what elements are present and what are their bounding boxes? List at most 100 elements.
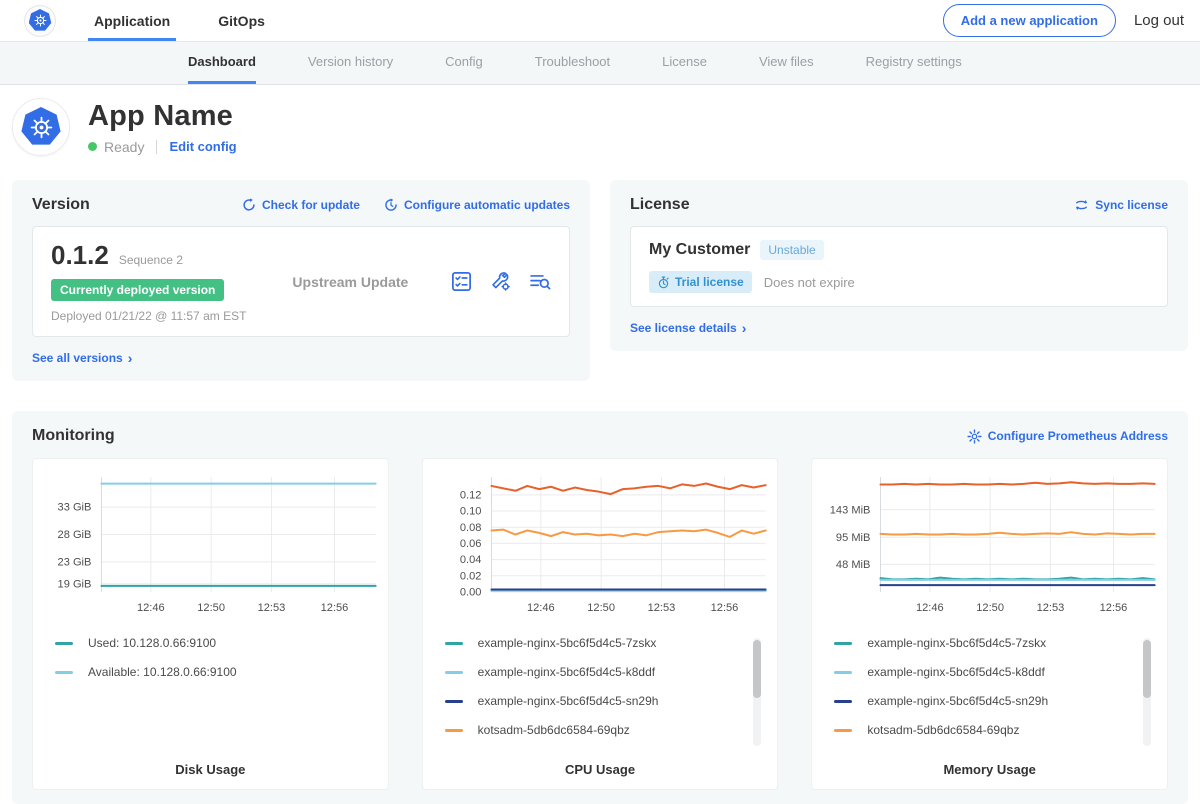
subnav-tab-config[interactable]: Config (445, 42, 483, 84)
legend-color-dash (445, 642, 463, 645)
subnav-tab-view-files[interactable]: View files (759, 42, 814, 84)
cpu-usage-chart: 0.000.020.040.060.080.100.1212:4612:5012… (429, 469, 772, 622)
logout-link[interactable]: Log out (1134, 12, 1184, 29)
legend-item: Available: 10.128.0.66:9100 (55, 665, 382, 679)
svg-text:12:46: 12:46 (527, 602, 555, 614)
edit-config-link[interactable]: Edit config (169, 139, 236, 154)
refresh-icon (242, 198, 256, 212)
legend-label: example-nginx-5bc6f5d4c5-k8ddf (478, 665, 655, 679)
cpu-usage-legend[interactable]: example-nginx-5bc6f5d4c5-7zskx example-ng… (445, 636, 772, 758)
app-avatar (12, 98, 70, 156)
sync-arrows-icon (1074, 198, 1089, 212)
svg-text:0.02: 0.02 (460, 570, 482, 582)
legend-label: example-nginx-5bc6f5d4c5-sn29h (478, 694, 659, 708)
license-expiry: Does not expire (764, 275, 855, 290)
page-title: App Name (88, 100, 237, 133)
legend-label: kotsadm-5db6dc6584-69qbz (867, 723, 1019, 737)
subnav-tab-dashboard[interactable]: Dashboard (188, 42, 256, 84)
legend-color-dash (55, 642, 73, 645)
svg-text:12:53: 12:53 (258, 602, 286, 614)
svg-text:33 GiB: 33 GiB (58, 502, 92, 514)
svg-text:12:50: 12:50 (977, 602, 1005, 614)
svg-text:12:56: 12:56 (710, 602, 738, 614)
memory-usage-legend[interactable]: example-nginx-5bc6f5d4c5-7zskx example-ng… (834, 636, 1161, 758)
legend-item: example-nginx-5bc6f5d4c5-sn29h (445, 694, 772, 708)
legend-item: example-nginx-5bc6f5d4c5-7zskx (834, 636, 1161, 650)
disk-usage-chart: 19 GiB23 GiB28 GiB33 GiB12:4612:5012:531… (39, 469, 382, 622)
svg-text:12:50: 12:50 (197, 602, 225, 614)
memory-usage-chart: 48 MiB 95 MiB 143 MiB 12:46 12:50 12:53 12:56 (818, 469, 1161, 622)
monitoring-card: Monitoring Configure Prometheus Address … (12, 411, 1188, 804)
legend-item: example-nginx-5bc6f5d4c5-sn29h (834, 694, 1161, 708)
legend-label: example-nginx-5bc6f5d4c5-7zskx (478, 636, 657, 650)
license-card: License Sync license My Custo (610, 180, 1188, 351)
legend-color-dash (834, 671, 852, 674)
svg-text:0.10: 0.10 (460, 506, 482, 518)
clock-refresh-icon (384, 198, 398, 212)
subnav: Dashboard Version history Config Troublesho… (0, 42, 1200, 85)
legend-color-dash (445, 671, 463, 674)
legend-scrollbar-thumb[interactable] (1143, 640, 1151, 698)
svg-text:143 MiB: 143 MiB (830, 504, 871, 516)
subnav-tab-troubleshoot[interactable]: Troubleshoot (535, 42, 610, 84)
configure-prometheus-button[interactable]: Configure Prometheus Address (967, 429, 1168, 444)
gear-icon (967, 429, 982, 444)
legend-color-dash (834, 729, 852, 732)
svg-text:12:46: 12:46 (916, 602, 944, 614)
version-number: 0.1.2 (51, 240, 109, 271)
legend-item: Used: 10.128.0.66:9100 (55, 636, 382, 650)
navbar-tabs: Application GitOps (88, 0, 307, 41)
deployed-timestamp: Deployed 01/21/22 @ 11:57 am EST (51, 309, 246, 323)
version-source: Upstream Update (292, 274, 408, 290)
chart-card-memory-usage: 48 MiB 95 MiB 143 MiB 12:46 12:50 12:53 12:56 e… (811, 458, 1168, 790)
svg-text:0.04: 0.04 (460, 554, 482, 566)
configure-automatic-updates-button[interactable]: Configure automatic updates (384, 198, 570, 212)
kubernetes-helm-icon (21, 107, 61, 147)
stopwatch-icon (657, 276, 670, 289)
legend-color-dash (834, 700, 852, 703)
svg-text:0.12: 0.12 (460, 489, 482, 501)
monitoring-title: Monitoring (32, 427, 115, 445)
legend-item: example-nginx-5bc6f5d4c5-7zskx (445, 636, 772, 650)
view-diff-icon[interactable] (529, 271, 551, 292)
svg-text:23 GiB: 23 GiB (58, 556, 92, 568)
config-wrench-icon[interactable] (490, 271, 511, 292)
svg-text:28 GiB: 28 GiB (58, 529, 92, 541)
legend-label: example-nginx-5bc6f5d4c5-k8ddf (867, 665, 1044, 679)
customer-name: My Customer (649, 241, 750, 259)
see-all-versions-link[interactable]: See all versions › (32, 350, 132, 366)
sync-license-button[interactable]: Sync license (1074, 198, 1168, 212)
subnav-tab-license[interactable]: License (662, 42, 707, 84)
svg-text:12:56: 12:56 (1100, 602, 1128, 614)
svg-text:95 MiB: 95 MiB (836, 532, 870, 544)
subnav-tab-version-history[interactable]: Version history (308, 42, 393, 84)
svg-text:48 MiB: 48 MiB (836, 559, 870, 571)
legend-scrollbar-thumb[interactable] (753, 640, 761, 698)
navbar-tab-application[interactable]: Application (88, 0, 176, 41)
navbar-right: Add a new application Log out (943, 0, 1184, 41)
trial-license-badge: Trial license (649, 271, 752, 293)
add-application-button[interactable]: Add a new application (943, 4, 1116, 37)
kubernetes-logo[interactable] (24, 5, 56, 37)
chart-title: Disk Usage (39, 762, 382, 777)
legend-color-dash (445, 729, 463, 732)
deployed-badge: Currently deployed version (51, 279, 224, 301)
check-for-update-button[interactable]: Check for update (242, 198, 360, 212)
subnav-tab-registry-settings[interactable]: Registry settings (866, 42, 962, 84)
kubernetes-helm-icon (29, 9, 52, 32)
deployed-version-panel: 0.1.2 Sequence 2 Currently deployed vers… (32, 226, 570, 337)
svg-text:19 GiB: 19 GiB (58, 578, 92, 590)
legend-item: example-nginx-5bc6f5d4c5-k8ddf (834, 665, 1161, 679)
app-header: App Name Ready Edit config (0, 85, 1200, 170)
svg-text:12:50: 12:50 (587, 602, 615, 614)
chart-title: Memory Usage (818, 762, 1161, 777)
preflight-checks-icon[interactable] (451, 271, 472, 292)
svg-text:12:53: 12:53 (1037, 602, 1065, 614)
legend-item: example-nginx-5bc6f5d4c5-k8ddf (445, 665, 772, 679)
navbar-tab-gitops[interactable]: GitOps (212, 0, 271, 41)
legend-label: kotsadm-5db6dc6584-69qbz (478, 723, 630, 737)
see-license-details-link[interactable]: See license details › (630, 320, 746, 336)
legend-label: example-nginx-5bc6f5d4c5-7zskx (867, 636, 1046, 650)
version-card-title: Version (32, 196, 90, 214)
svg-text:12:46: 12:46 (137, 602, 165, 614)
